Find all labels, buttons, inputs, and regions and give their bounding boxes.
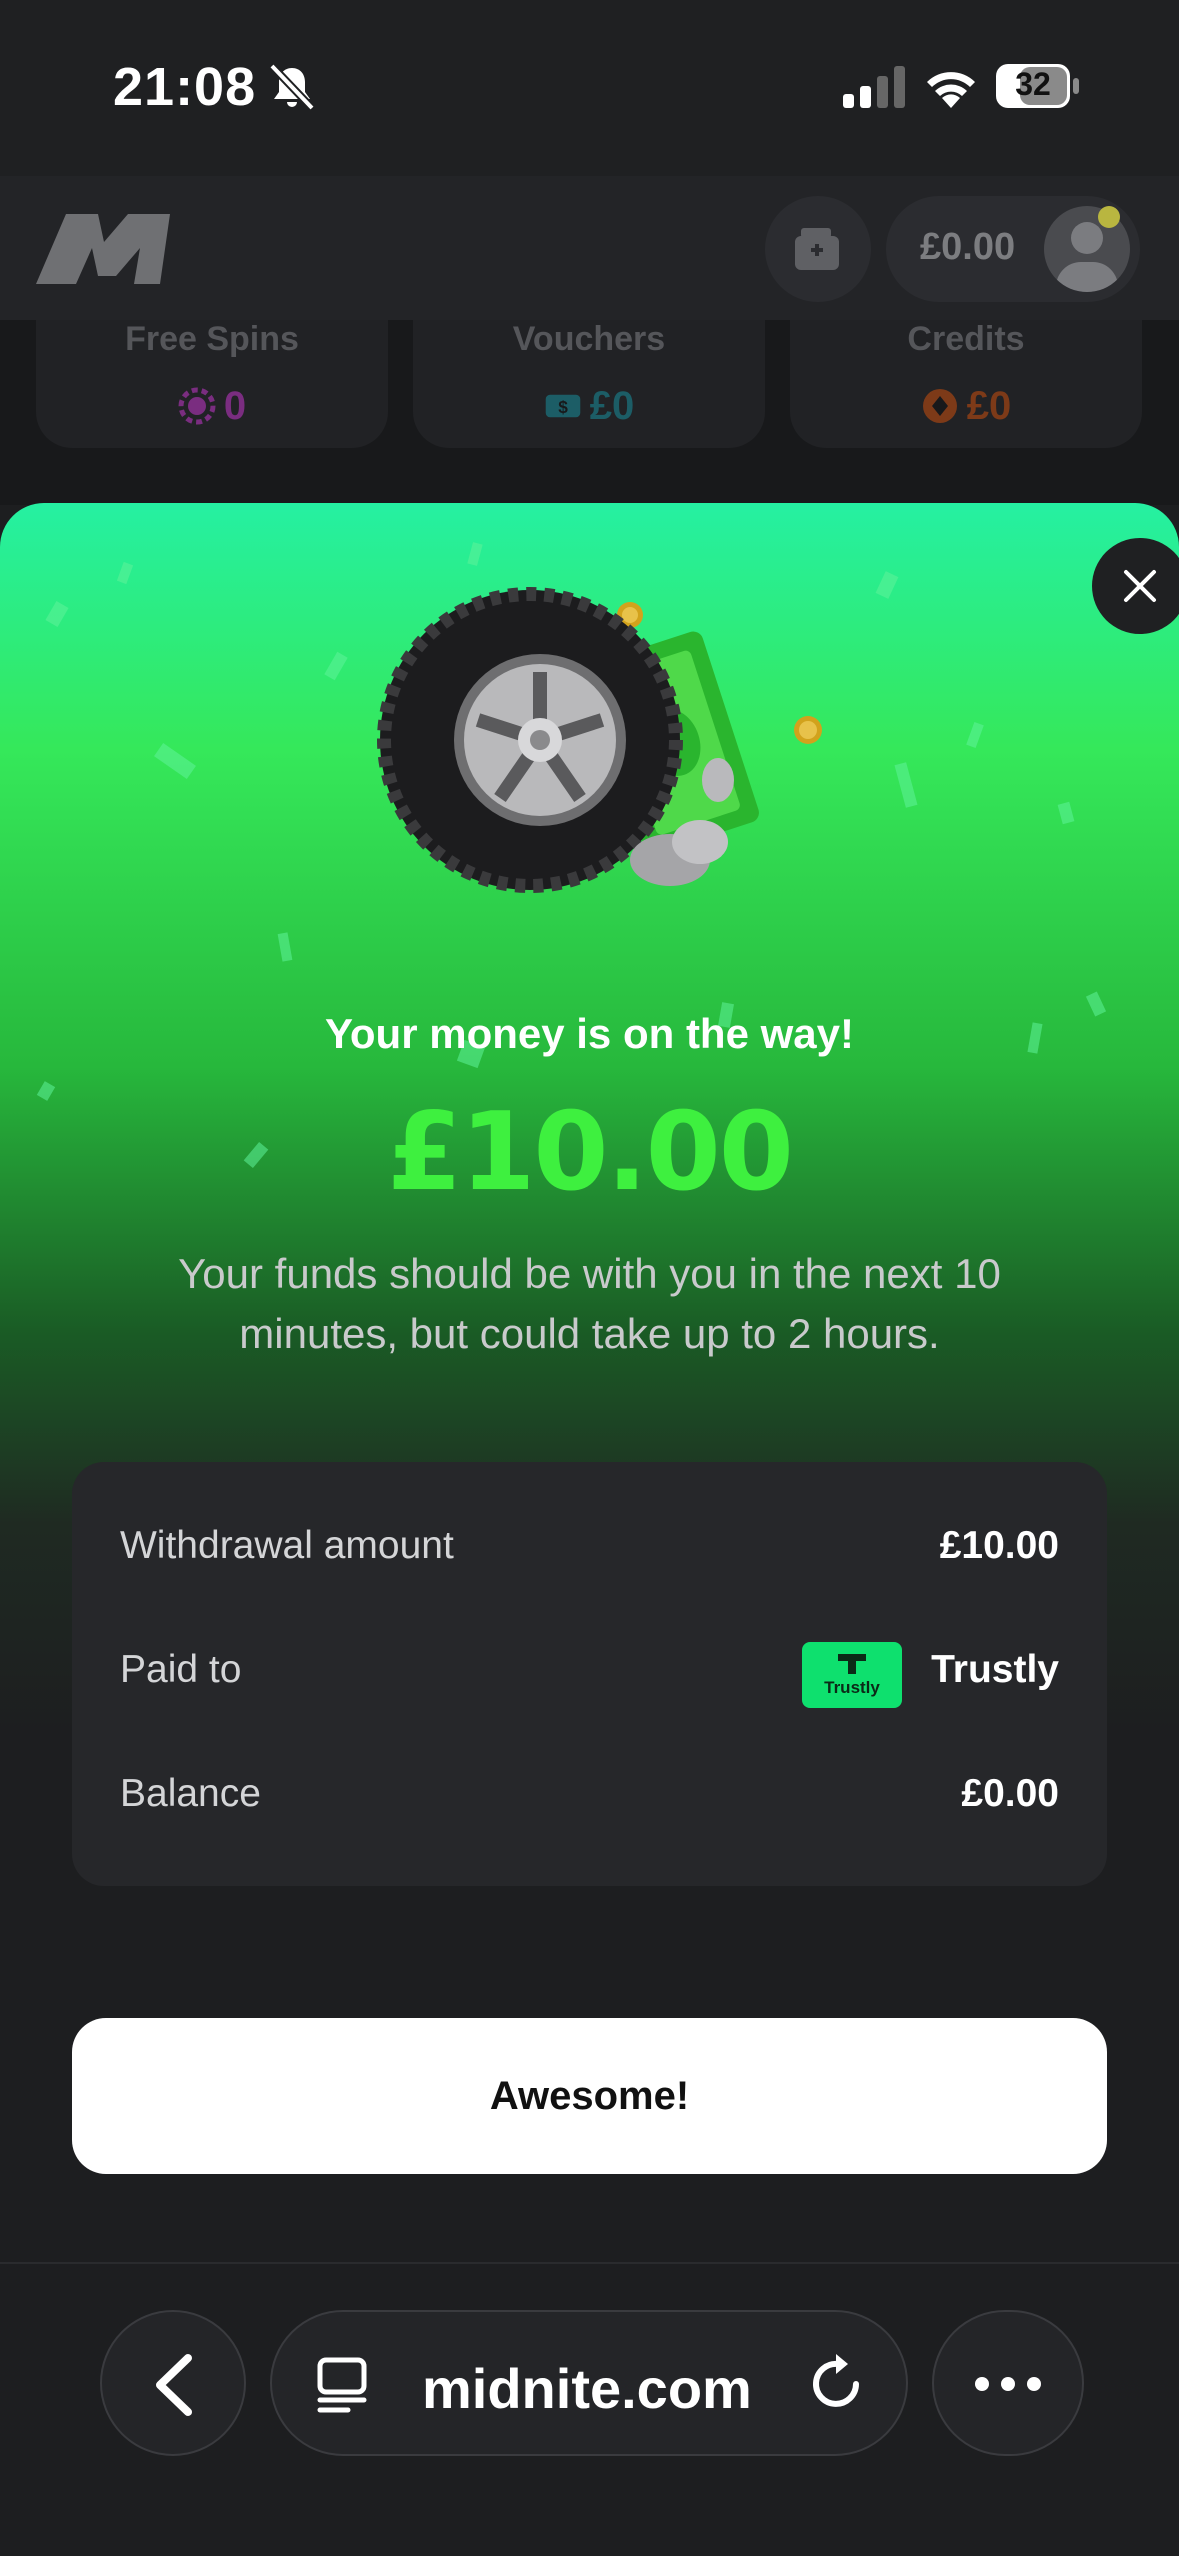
trustly-t-icon xyxy=(838,1654,866,1674)
awesome-button-label: Awesome! xyxy=(489,2073,690,2118)
withdrawal-amount-value: £10.00 xyxy=(939,1524,1059,1567)
paid-to-label: Paid to xyxy=(120,1648,242,1691)
reward-value: 0 xyxy=(223,383,247,428)
midnite-logo[interactable] xyxy=(36,214,170,284)
reward-label: Credits xyxy=(907,320,1025,358)
battery-level: 32 xyxy=(1015,66,1051,102)
wifi-icon xyxy=(927,72,975,108)
status-time: 21:08 xyxy=(113,57,257,117)
modal-title: Your money is on the way! xyxy=(325,1010,854,1057)
withdrawal-amount-hero: £10.00 xyxy=(387,1090,794,1215)
reward-value: £0 xyxy=(589,383,635,428)
reward-card-free-spins[interactable]: Free Spins 0 xyxy=(36,320,388,448)
reward-label: Free Spins xyxy=(125,320,299,358)
url-text: midnite.com xyxy=(422,2357,752,2420)
notification-dot xyxy=(1098,206,1120,228)
svg-text:$: $ xyxy=(558,397,568,417)
reward-label: Vouchers xyxy=(512,320,666,358)
awesome-button[interactable]: Awesome! xyxy=(72,2018,1107,2174)
trustly-logo: Trustly xyxy=(802,1642,902,1708)
withdrawal-details-card: Withdrawal amount £10.00 Paid to Trustly… xyxy=(72,1462,1107,1886)
back-icon xyxy=(156,2354,192,2416)
reload-icon[interactable] xyxy=(808,2352,868,2416)
balance-pill[interactable]: £0.00 xyxy=(886,196,1140,302)
wallet-plus-icon xyxy=(795,228,839,270)
reward-value: £0 xyxy=(966,383,1012,428)
reward-card-credits[interactable]: Credits £0 xyxy=(790,320,1142,448)
tyre-and-cash-illustration xyxy=(377,587,822,893)
modal-description: Your funds should be with you in the nex… xyxy=(178,1250,1001,1357)
status-bar: 21:08 32 xyxy=(0,0,1179,176)
tabs-icon xyxy=(317,2357,367,2413)
rewards-strip: Free Spins 0 Vouchers $ £0 Credits £0 xyxy=(0,320,1179,505)
balance-label: Balance xyxy=(120,1772,261,1815)
spin-icon xyxy=(178,387,216,425)
header-balance: £0.00 xyxy=(920,226,1016,268)
voucher-icon: $ xyxy=(545,395,581,418)
reward-card-vouchers[interactable]: Vouchers $ £0 xyxy=(413,320,765,448)
wallet-button[interactable] xyxy=(765,196,871,302)
more-button[interactable] xyxy=(932,2310,1084,2456)
signal-icon xyxy=(843,66,905,108)
bell-slash-icon xyxy=(269,63,315,111)
close-icon xyxy=(1124,570,1156,602)
trustly-logo-text: Trustly xyxy=(824,1678,880,1697)
credit-icon xyxy=(922,389,957,424)
more-icon xyxy=(975,2377,1041,2391)
withdrawal-amount-label: Withdrawal amount xyxy=(120,1524,454,1567)
close-button[interactable] xyxy=(1092,538,1179,634)
paid-to-value: Trustly xyxy=(931,1648,1059,1691)
url-bar[interactable]: midnite.com xyxy=(270,2310,908,2456)
balance-value: £0.00 xyxy=(961,1772,1059,1815)
back-button[interactable] xyxy=(100,2310,246,2456)
